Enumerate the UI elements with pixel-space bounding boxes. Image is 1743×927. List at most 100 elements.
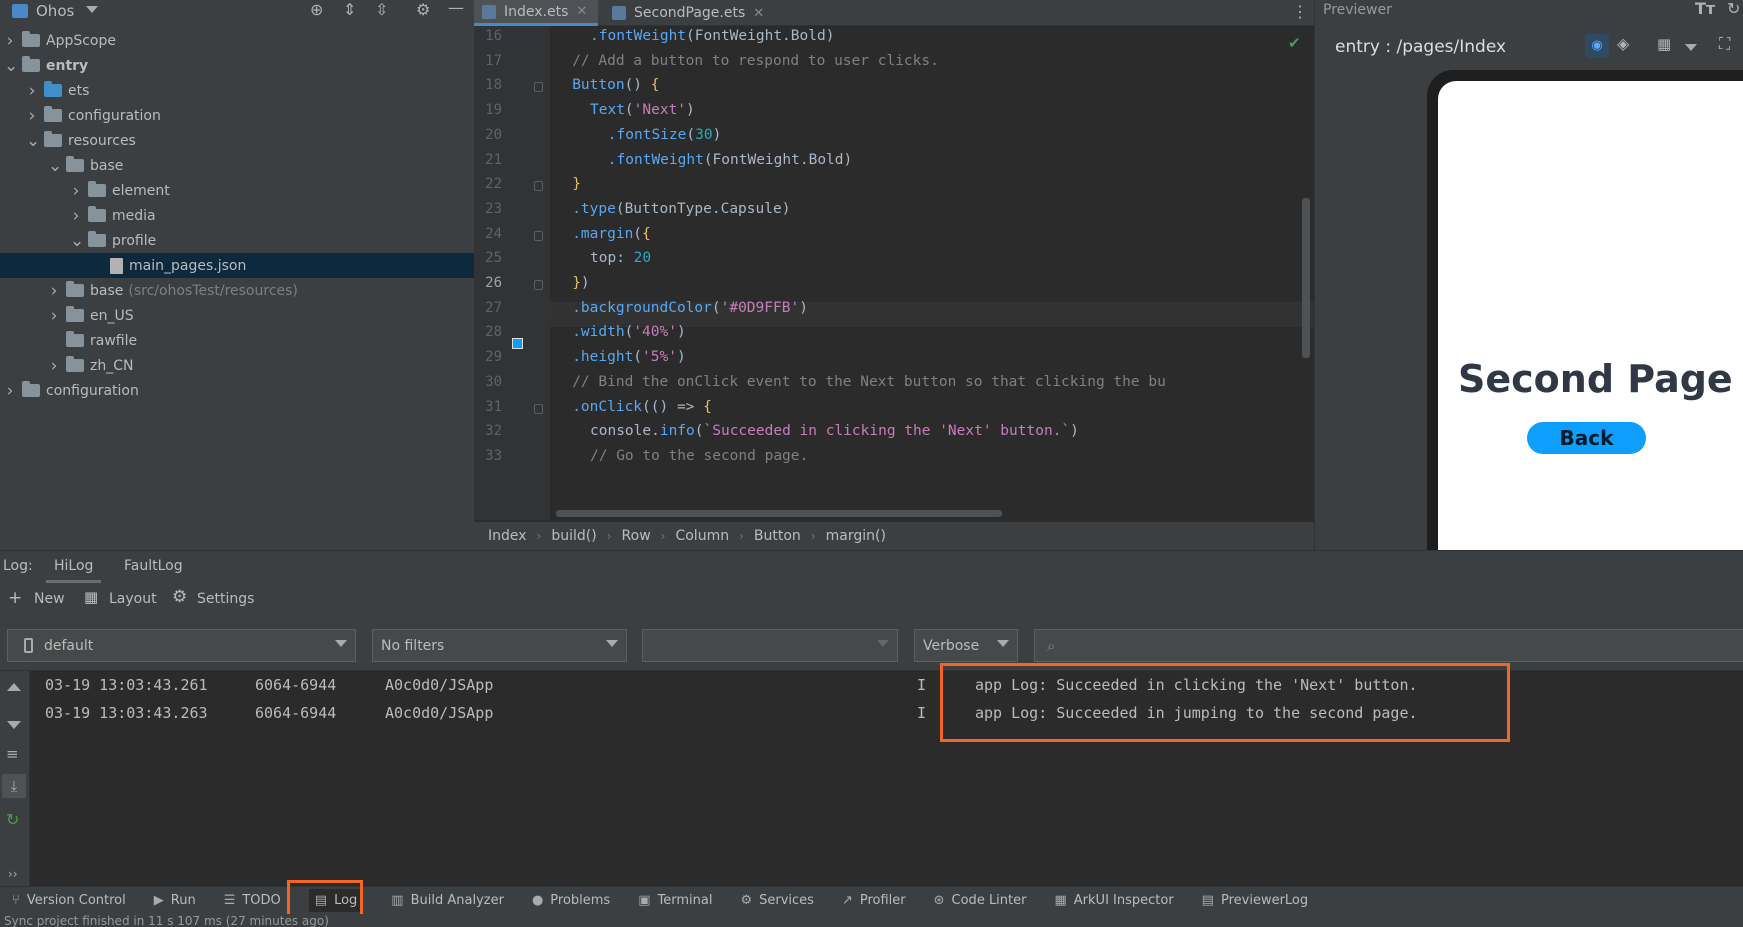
tree-item[interactable]: ⌄ profile [0, 228, 474, 253]
breadcrumb-item[interactable]: Column [675, 528, 729, 544]
layers-icon[interactable]: ◈ [1617, 34, 1629, 53]
back-button[interactable]: Back [1527, 422, 1646, 454]
code-line[interactable]: // Go to the second page. [590, 448, 808, 464]
chevron-right-icon[interactable]: › [48, 306, 60, 326]
tree-item[interactable]: › zh_CN [0, 353, 474, 378]
horizontal-scrollbar[interactable] [556, 510, 1002, 517]
tool-window-terminal[interactable]: ▣ Terminal [638, 893, 712, 908]
tree-item[interactable]: › media [0, 203, 474, 228]
inspector-toggle-icon[interactable]: ◉ [1585, 34, 1609, 58]
fold-icon[interactable] [534, 280, 543, 290]
fold-icon[interactable] [534, 403, 543, 414]
chevron-right-icon[interactable]: › [26, 106, 38, 126]
tree-item[interactable]: ⌄ resources [0, 128, 474, 153]
code-lines[interactable]: 16 .fontWeight(FontWeight.Bold) 17// Add a… [474, 28, 1314, 518]
more-vertical-icon[interactable]: ⋮ [1292, 2, 1308, 21]
chevron-down-icon[interactable] [1685, 44, 1697, 51]
tab-index-ets[interactable]: Index.ets ✕ [474, 0, 598, 26]
tab-secondpage-ets[interactable]: SecondPage.ets ✕ [604, 0, 774, 26]
tree-item[interactable]: › ets [0, 78, 474, 103]
chevron-down-icon[interactable]: ⌄ [70, 231, 84, 251]
search-input[interactable]: ⌕ [1034, 629, 1743, 662]
code-line[interactable]: .fontSize(30) [608, 127, 722, 143]
tool-window-todo[interactable]: ☰ TODO [224, 893, 281, 908]
expand-all-icon[interactable]: ⇕ [343, 0, 356, 19]
tree-item[interactable]: ⌄ entry [0, 53, 474, 78]
chevron-right-icon[interactable]: › [4, 381, 16, 401]
code-line[interactable]: .onClick(() => { [572, 399, 712, 415]
project-title[interactable]: Ohos [36, 2, 74, 20]
chevron-right-icon[interactable]: › [26, 81, 38, 101]
new-button[interactable]: New [34, 591, 65, 607]
tool-window-build-analyzer[interactable]: ▥ Build Analyzer [391, 893, 504, 908]
chevron-down-icon[interactable]: ⌄ [4, 56, 18, 76]
restart-icon[interactable]: ↻ [6, 810, 19, 829]
code-line[interactable]: Text('Next') [590, 102, 695, 118]
fold-icon[interactable] [534, 230, 543, 241]
tool-window-previewerlog[interactable]: ▤ PreviewerLog [1202, 893, 1308, 908]
chevron-right-icon[interactable]: › [70, 181, 82, 201]
scroll-down-icon[interactable] [7, 721, 21, 729]
chevron-right-icon[interactable]: › [48, 356, 60, 376]
code-line[interactable]: .height('5%') [572, 349, 686, 365]
breadcrumb-item[interactable]: Button [754, 528, 801, 544]
code-line[interactable]: Button() { [572, 77, 659, 93]
scroll-up-icon[interactable] [7, 683, 21, 691]
breadcrumb-item[interactable]: Row [622, 528, 651, 544]
tool-window-run[interactable]: ▶ Run [154, 893, 196, 908]
code-line[interactable]: .fontWeight(FontWeight.Bold) [590, 28, 834, 44]
collapse-all-icon[interactable]: ⇳ [375, 0, 388, 19]
code-line[interactable]: .type(ButtonType.Capsule) [572, 201, 790, 217]
tree-item[interactable]: rawfile [0, 328, 474, 353]
close-icon[interactable]: ✕ [753, 6, 764, 21]
fullscreen-icon[interactable]: ⛶ [1719, 34, 1730, 54]
tree-item[interactable]: › element [0, 178, 474, 203]
chevron-down-icon[interactable]: ⌄ [26, 131, 40, 151]
chevron-down-icon[interactable] [86, 6, 98, 13]
code-line[interactable]: .backgroundColor('#0D9FFB') [572, 300, 808, 316]
tool-window-problems[interactable]: ● Problems [532, 893, 610, 908]
chevron-right-icon[interactable]: › [70, 206, 82, 226]
breadcrumb-item[interactable]: build() [551, 528, 596, 544]
tool-window-profiler[interactable]: ↗ Profiler [842, 893, 906, 908]
breadcrumb-item[interactable]: Index [488, 528, 527, 544]
locate-icon[interactable]: ⊕ [310, 0, 323, 19]
chevron-right-icon[interactable]: › [4, 31, 16, 51]
fold-icon[interactable] [534, 181, 543, 192]
settings-button[interactable]: Settings [197, 591, 254, 607]
tool-window-version-control[interactable]: ⑂ Version Control [12, 893, 126, 908]
more-icon[interactable]: ›› [8, 867, 18, 881]
breadcrumb-item[interactable]: margin() [826, 528, 886, 544]
tree-item[interactable]: › en_US [0, 303, 474, 328]
tab-faultlog[interactable]: FaultLog [124, 558, 183, 574]
tool-window-code-linter[interactable]: ⊛ Code Linter [934, 893, 1027, 908]
tree-item[interactable]: › configuration [0, 378, 474, 403]
code-line[interactable]: console.info(`Succeeded in clicking the … [590, 423, 1079, 439]
grid-icon[interactable]: ▦ [1657, 35, 1671, 53]
tool-window-arkui-inspector[interactable]: ▦ ArkUI Inspector [1054, 893, 1173, 908]
code-line[interactable]: .fontWeight(FontWeight.Bold) [608, 152, 852, 168]
font-size-icon[interactable]: Tт [1695, 0, 1715, 18]
filter-select[interactable]: No filters [372, 629, 627, 662]
soft-wrap-icon[interactable]: ≡ [6, 745, 19, 763]
code-line[interactable]: // Bind the onClick event to the Next bu… [572, 374, 1166, 390]
tree-item[interactable]: main_pages.json [0, 253, 474, 278]
code-line[interactable]: }) [572, 275, 589, 291]
close-icon[interactable]: ✕ [576, 4, 587, 19]
code-line[interactable]: top: 20 [590, 250, 651, 266]
chevron-down-icon[interactable]: ⌄ [48, 156, 62, 176]
tab-hilog[interactable]: HiLog [46, 551, 102, 583]
minimize-icon[interactable]: — [448, 0, 464, 17]
code-line[interactable]: // Add a button to respond to user click… [572, 53, 939, 69]
code-line[interactable]: .margin({ [572, 226, 651, 242]
fold-icon[interactable] [534, 82, 543, 93]
vertical-scrollbar[interactable] [1302, 198, 1310, 358]
layout-button[interactable]: Layout [109, 591, 157, 607]
scroll-to-end-icon[interactable]: ⤓ [2, 774, 26, 798]
tree-item[interactable]: › configuration [0, 103, 474, 128]
tree-item[interactable]: ⌄ base [0, 153, 474, 178]
refresh-icon[interactable]: ↻ [1727, 0, 1740, 18]
code-line[interactable]: } [572, 176, 581, 192]
process-select[interactable] [642, 629, 898, 662]
device-select[interactable]: default [7, 629, 356, 662]
